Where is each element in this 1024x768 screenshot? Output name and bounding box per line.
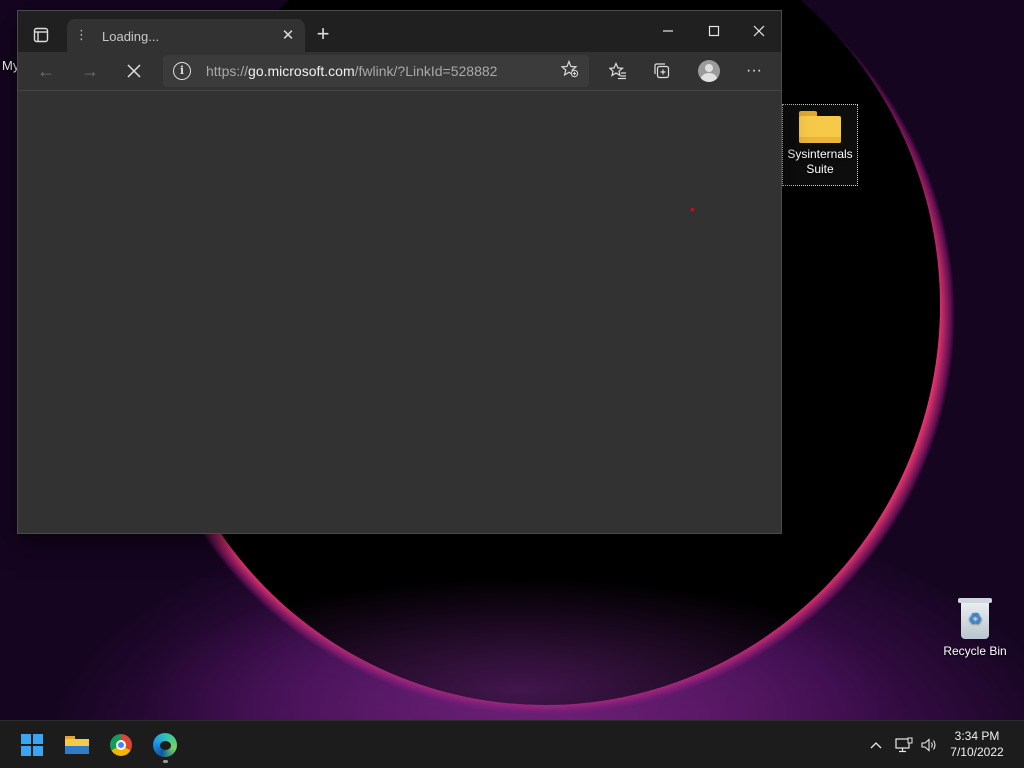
start-icon [21,734,43,756]
new-tab-button[interactable]: + [312,21,334,47]
edge-icon [153,733,177,757]
url-scheme: https:// [206,63,249,79]
network-icon[interactable] [892,721,916,768]
clock-date: 7/10/2022 [950,745,1004,759]
taskbar: 3:34 PM 7/10/2022 [0,720,1024,768]
chrome-button[interactable] [103,729,139,761]
desktop: My Sysinternals Suite ♻ Recycle Bin ⋮ Lo… [0,0,1024,768]
desktop-icon-label-line2: Suite [806,162,834,176]
tab-active[interactable]: ⋮ Loading... ✕ [67,19,305,52]
close-window-button[interactable] [736,11,782,51]
wallpaper-haze [0,520,1024,720]
favorites-button[interactable] [601,56,635,86]
stop-button[interactable] [117,56,151,86]
maximize-button[interactable] [691,11,737,51]
url-text: https://go.microsoft.com/fwlink/?LinkId=… [206,63,497,79]
page-content[interactable] [18,91,781,533]
more-menu-button[interactable]: ··· [737,56,771,86]
add-favorite-icon[interactable] [560,59,579,83]
desktop-icon-label-line1: Sysinternals [787,147,853,161]
desktop-icon-sysinternals[interactable]: Sysinternals Suite [782,104,858,186]
tab-strip: ⋮ Loading... ✕ + [18,11,781,52]
tab-drag-handle-icon: ⋮ [75,27,88,42]
cursor-dot [691,208,694,211]
collections-button[interactable] [645,56,679,86]
show-hidden-icons-button[interactable] [864,721,888,768]
back-button[interactable]: ← [29,56,63,86]
desktop-icon-label: Recycle Bin [943,644,1007,658]
forward-button[interactable]: → [73,56,107,86]
tab-actions-icon[interactable] [24,20,58,50]
volume-icon[interactable] [917,721,941,768]
tab-title: Loading... [102,29,160,44]
tab-close-icon[interactable]: ✕ [279,26,297,44]
start-button[interactable] [14,729,50,761]
file-explorer-button[interactable] [59,729,95,761]
browser-window: ⋮ Loading... ✕ + ← → i https://go.micros… [17,10,782,534]
minimize-button[interactable] [645,11,691,51]
folder-icon [799,111,841,143]
profile-icon[interactable] [698,60,720,82]
address-bar[interactable]: i https://go.microsoft.com/fwlink/?LinkI… [163,55,589,87]
desktop-icon-recycle-bin[interactable]: ♻ Recycle Bin [938,598,1012,659]
recycle-bin-icon: ♻ [958,598,992,640]
url-host: go.microsoft.com [248,63,355,79]
clock-time: 3:34 PM [954,729,1000,743]
file-explorer-icon [65,736,89,754]
info-icon[interactable]: i [173,62,191,80]
navigation-toolbar: ← → i https://go.microsoft.com/fwlink/?L… [18,52,781,91]
running-indicator [163,760,168,763]
url-path: /fwlink/?LinkId=528882 [354,63,498,79]
chrome-icon [110,734,132,756]
system-clock[interactable]: 3:34 PM 7/10/2022 [940,728,1014,760]
edge-button[interactable] [147,729,183,763]
